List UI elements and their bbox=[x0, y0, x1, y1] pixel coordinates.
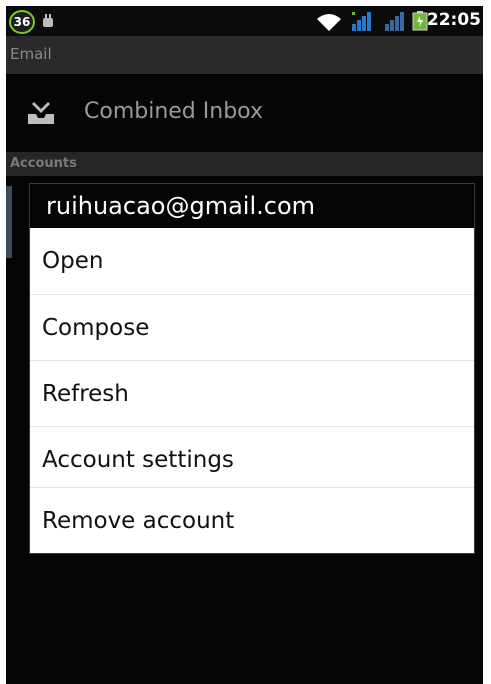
account-context-menu: ruihuacao@gmail.com Open Compose Refresh… bbox=[29, 183, 475, 554]
signal-icon bbox=[352, 12, 371, 31]
app-title-bar: Email bbox=[6, 36, 483, 74]
notification-count-badge: 36 bbox=[9, 10, 35, 34]
wifi-icon bbox=[317, 14, 341, 31]
menu-item-remove-account[interactable]: Remove account bbox=[30, 487, 474, 553]
accounts-header-label: Accounts bbox=[10, 156, 77, 171]
status-clock: 22:05 bbox=[426, 10, 481, 30]
dialog-title: ruihuacao@gmail.com bbox=[30, 184, 474, 228]
combined-inbox-row[interactable]: Combined Inbox bbox=[6, 78, 483, 150]
menu-item-open[interactable]: Open bbox=[30, 228, 474, 294]
menu-item-refresh[interactable]: Refresh bbox=[30, 360, 474, 426]
app-title: Email bbox=[10, 45, 52, 63]
signal-icon bbox=[385, 12, 404, 31]
status-bar: 36 22:05 bbox=[6, 6, 483, 36]
menu-item-compose[interactable]: Compose bbox=[30, 294, 474, 360]
combined-inbox-label: Combined Inbox bbox=[84, 99, 263, 124]
account-row-edge bbox=[6, 186, 12, 258]
accounts-section-header: Accounts bbox=[6, 152, 483, 176]
menu-item-account-settings[interactable]: Account settings bbox=[30, 426, 474, 492]
inbox-tray-icon bbox=[28, 102, 54, 124]
phone-screen: 36 22:05 Email Combined Inbox Accounts r… bbox=[6, 6, 483, 684]
battery-icon bbox=[412, 11, 428, 31]
usb-icon bbox=[43, 14, 53, 27]
